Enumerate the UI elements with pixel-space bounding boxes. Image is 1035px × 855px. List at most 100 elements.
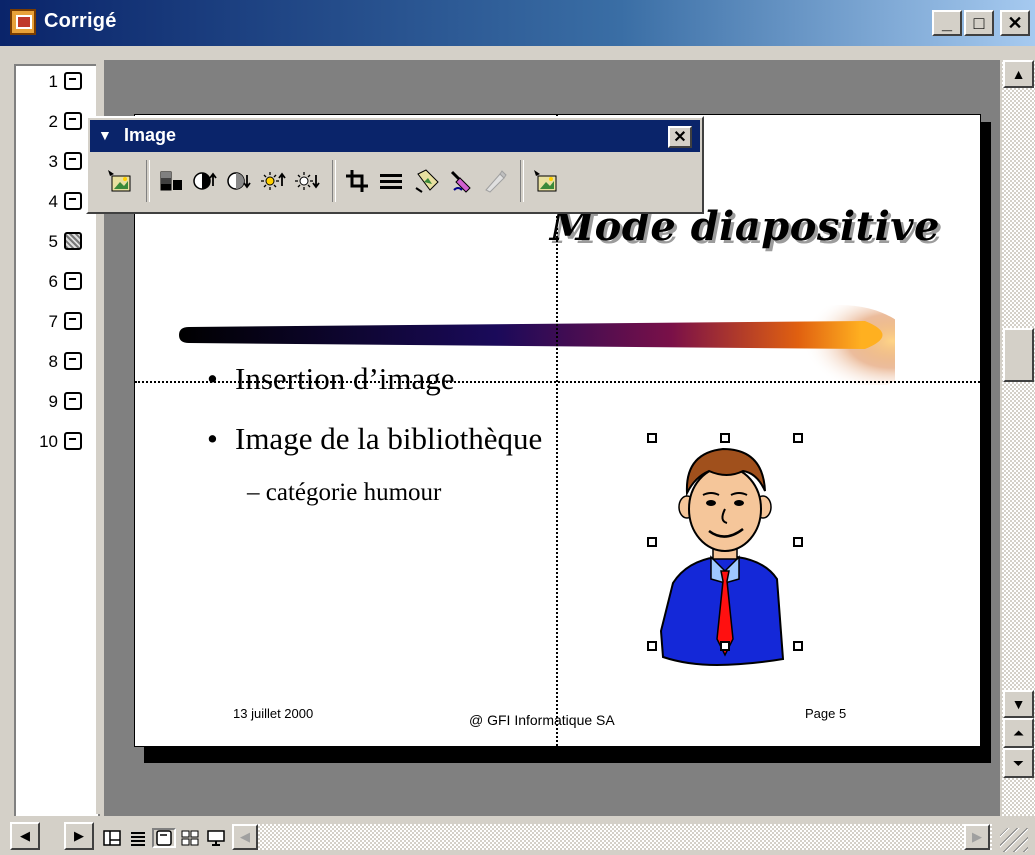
right-arrow-icon: ▶ (972, 829, 982, 844)
insert-picture-button[interactable] (102, 164, 136, 198)
image-toolbar-titlebar[interactable]: ▼ Image ✕ (90, 120, 700, 152)
normal-view-button[interactable] (100, 828, 124, 848)
slide-icon[interactable] (64, 392, 82, 410)
scroll-down-button[interactable]: ▼ (1003, 690, 1034, 718)
outline-slide-1[interactable]: 1 (16, 68, 96, 96)
resize-handle[interactable] (793, 537, 803, 547)
outline-slide-7[interactable]: 7 (16, 308, 96, 336)
slide-icon[interactable] (64, 312, 82, 330)
outline-slide-6[interactable]: 6 (16, 268, 96, 296)
previous-slide-button[interactable]: ⏶ (1003, 718, 1034, 748)
more-brightness-icon (261, 172, 286, 190)
outline-slide-3[interactable]: 3 (16, 148, 96, 176)
resize-handle[interactable] (647, 433, 657, 443)
double-down-arrow-icon: ⏷ (1012, 754, 1025, 771)
window-title: Corrigé (44, 10, 117, 32)
slide-sorter-icon (181, 830, 199, 846)
toolbar-menu-arrow-icon[interactable]: ▼ (98, 127, 112, 143)
reset-picture-button[interactable] (528, 164, 562, 198)
scroll-up-button[interactable]: ▲ (1003, 60, 1034, 88)
image-color-button[interactable] (154, 164, 188, 198)
slide-icon[interactable] (64, 272, 82, 290)
outline-view-button[interactable] (126, 828, 150, 848)
vertical-scrollbar[interactable]: ▲ ▼ ⏶ ⏷ (1002, 60, 1035, 816)
resize-handle[interactable] (793, 433, 803, 443)
footer-page-number[interactable]: Page 5 (805, 706, 846, 721)
slide-number: 1 (48, 72, 58, 91)
outline-slide-10[interactable]: 10 (16, 428, 96, 456)
footer-date[interactable]: 13 juillet 2000 (233, 706, 313, 721)
slide-icon[interactable] (64, 432, 82, 450)
slide-icon[interactable] (64, 192, 82, 210)
less-brightness-button[interactable] (290, 164, 324, 198)
scroll-thumb[interactable] (1003, 328, 1034, 382)
slide-number: 10 (39, 432, 58, 451)
resize-handle[interactable] (647, 641, 657, 651)
maximize-button[interactable]: □ (964, 10, 994, 36)
minimize-icon: _ (941, 12, 952, 33)
image-toolbar-close-button[interactable]: ✕ (668, 126, 692, 148)
bullet-item[interactable]: • Image de la bibliothèque (207, 421, 542, 457)
businessman-clipart-icon (659, 447, 785, 667)
sub-bullet-text: catégorie humour (265, 479, 442, 506)
window-title-bar[interactable]: Corrigé _ □ ✕ (0, 0, 1035, 46)
bullet-item[interactable]: • Insertion d’image (207, 361, 455, 397)
slide-sorter-view-button[interactable] (178, 828, 202, 848)
powerpoint-icon[interactable] (10, 9, 36, 35)
scroll-right-button[interactable]: ▶ (964, 824, 990, 850)
slide-number: 8 (48, 352, 58, 371)
resize-handle[interactable] (647, 537, 657, 547)
scroll-left-button[interactable]: ◀ (232, 824, 258, 850)
less-contrast-icon (227, 172, 251, 190)
resize-handle[interactable] (720, 641, 730, 651)
bullet-glyph: • (207, 421, 218, 456)
image-toolbar[interactable]: ▼ Image ✕ (86, 116, 704, 214)
normal-view-icon (103, 830, 121, 846)
status-bar: ◀ ▶ ◀ ▶ (0, 818, 1035, 855)
double-up-arrow-icon: ⏶ (1012, 724, 1025, 741)
recolor-picture-button[interactable] (478, 164, 512, 198)
more-contrast-button[interactable] (188, 164, 222, 198)
less-contrast-button[interactable] (222, 164, 256, 198)
resize-handle[interactable] (720, 433, 730, 443)
slide-icon[interactable] (64, 152, 82, 170)
slide-view-icon (156, 830, 172, 846)
outline-slide-5[interactable]: 5 (16, 228, 96, 256)
crop-button[interactable] (340, 164, 374, 198)
slide-icon-selected[interactable] (64, 232, 82, 250)
toolbar-separator (520, 160, 524, 202)
set-transparent-color-button[interactable] (444, 164, 478, 198)
resize-grip[interactable] (1000, 828, 1028, 852)
line-style-button[interactable] (374, 164, 408, 198)
slide-show-view-button[interactable] (204, 828, 228, 848)
outline-scroll-left-button[interactable]: ◀ (10, 822, 40, 850)
more-brightness-button[interactable] (256, 164, 290, 198)
up-arrow-icon: ▲ (1011, 66, 1026, 82)
minimize-button[interactable]: _ (932, 10, 962, 36)
slide-icon[interactable] (64, 112, 82, 130)
slide-icon[interactable] (64, 72, 82, 90)
footer-copyright[interactable]: @ GFI Informatique SA (469, 712, 615, 728)
outline-scroll-right-button[interactable]: ▶ (64, 822, 94, 850)
next-slide-button[interactable]: ⏷ (1003, 748, 1034, 778)
outline-slide-4[interactable]: 4 (16, 188, 96, 216)
slide-number: 2 (48, 112, 58, 131)
sub-bullet-item[interactable]: – catégorie humour (247, 479, 441, 507)
reset-picture-icon (534, 170, 557, 192)
format-picture-button[interactable] (410, 164, 444, 198)
outline-slide-2[interactable]: 2 (16, 108, 96, 136)
slide-icon[interactable] (64, 352, 82, 370)
set-transparent-color-icon (450, 170, 471, 193)
outline-slide-9[interactable]: 9 (16, 388, 96, 416)
close-button[interactable]: ✕ (1000, 10, 1030, 36)
resize-handle[interactable] (793, 641, 803, 651)
clipart-businessman[interactable] (647, 433, 803, 675)
close-icon: ✕ (1007, 12, 1023, 33)
horizontal-scrollbar[interactable] (232, 824, 992, 850)
slide-number: 7 (48, 312, 58, 331)
outline-slide-8[interactable]: 8 (16, 348, 96, 376)
slide-view-button[interactable] (152, 828, 176, 848)
right-arrow-icon: ▶ (74, 828, 84, 843)
slide-show-icon (207, 830, 225, 846)
close-icon: ✕ (673, 129, 687, 146)
